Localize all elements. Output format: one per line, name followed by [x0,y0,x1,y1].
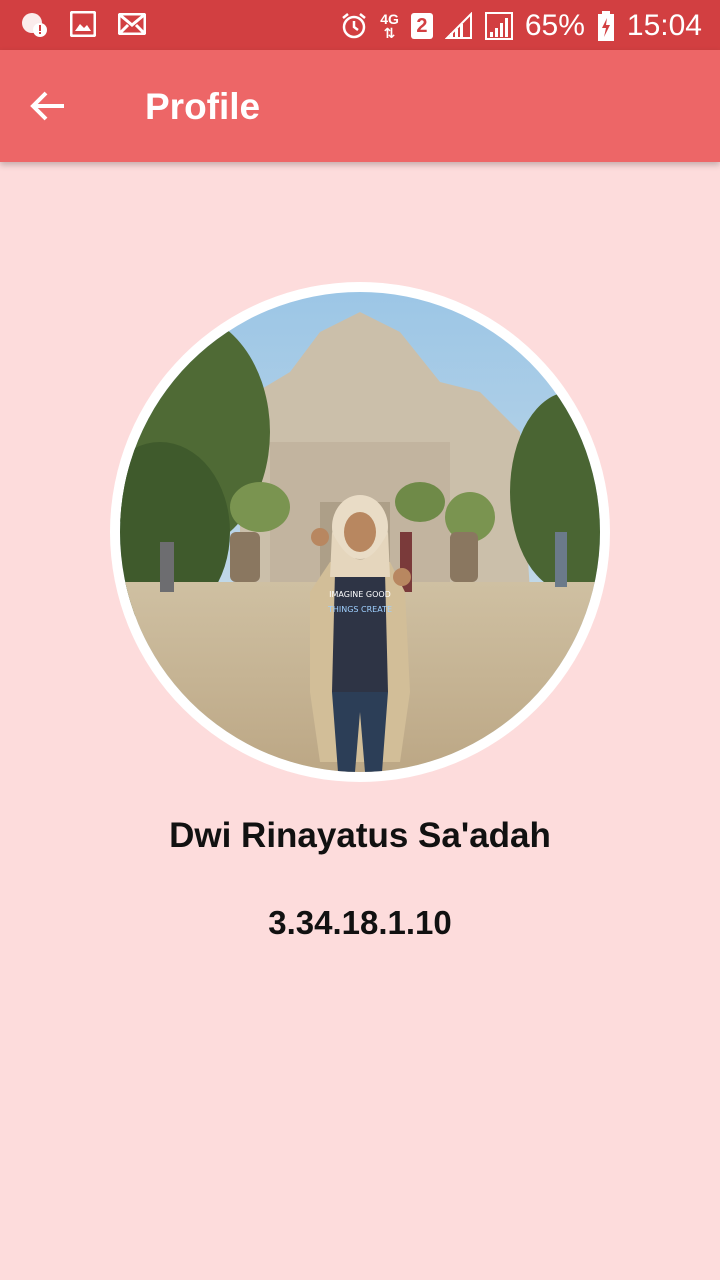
avatar-frame: IMAGINE GOOD THINGS CREATE [110,282,610,782]
page-title: Profile [145,86,261,127]
profile-photo: IMAGINE GOOD THINGS CREATE [120,292,600,772]
profile-name: Dwi Rinayatus Sa'adah [169,816,551,855]
shirt-text-line-2: THINGS CREATE [327,605,392,614]
back-button[interactable] [26,84,70,128]
notification-alert-icon [22,13,47,37]
status-bar: 4G ⇅ 2 65% 15:04 [0,0,720,50]
network-4g-icon: 4G ⇅ [380,11,399,41]
alarm-icon [342,13,366,39]
sim-slot-badge: 2 [410,13,433,39]
battery-percent: 65% [524,9,585,42]
status-bar-system: 4G ⇅ 2 65% 15:04 [340,8,702,44]
signal-icon [444,12,472,39]
profile-id-number: 3.34.18.1.10 [268,904,452,941]
status-bar-notifications [20,10,146,38]
app-bar: Profile [0,50,720,162]
arrow-back-icon [30,91,64,121]
battery-charging-icon [597,11,614,41]
shirt-text-line-1: IMAGINE GOOD [329,590,391,599]
mail-icon [118,13,146,35]
signal-icon-2 [484,12,513,40]
network-type: 4G [380,11,399,27]
clock: 15:04 [626,9,702,42]
avatar: IMAGINE GOOD THINGS CREATE [120,292,600,772]
gallery-icon [70,11,96,37]
